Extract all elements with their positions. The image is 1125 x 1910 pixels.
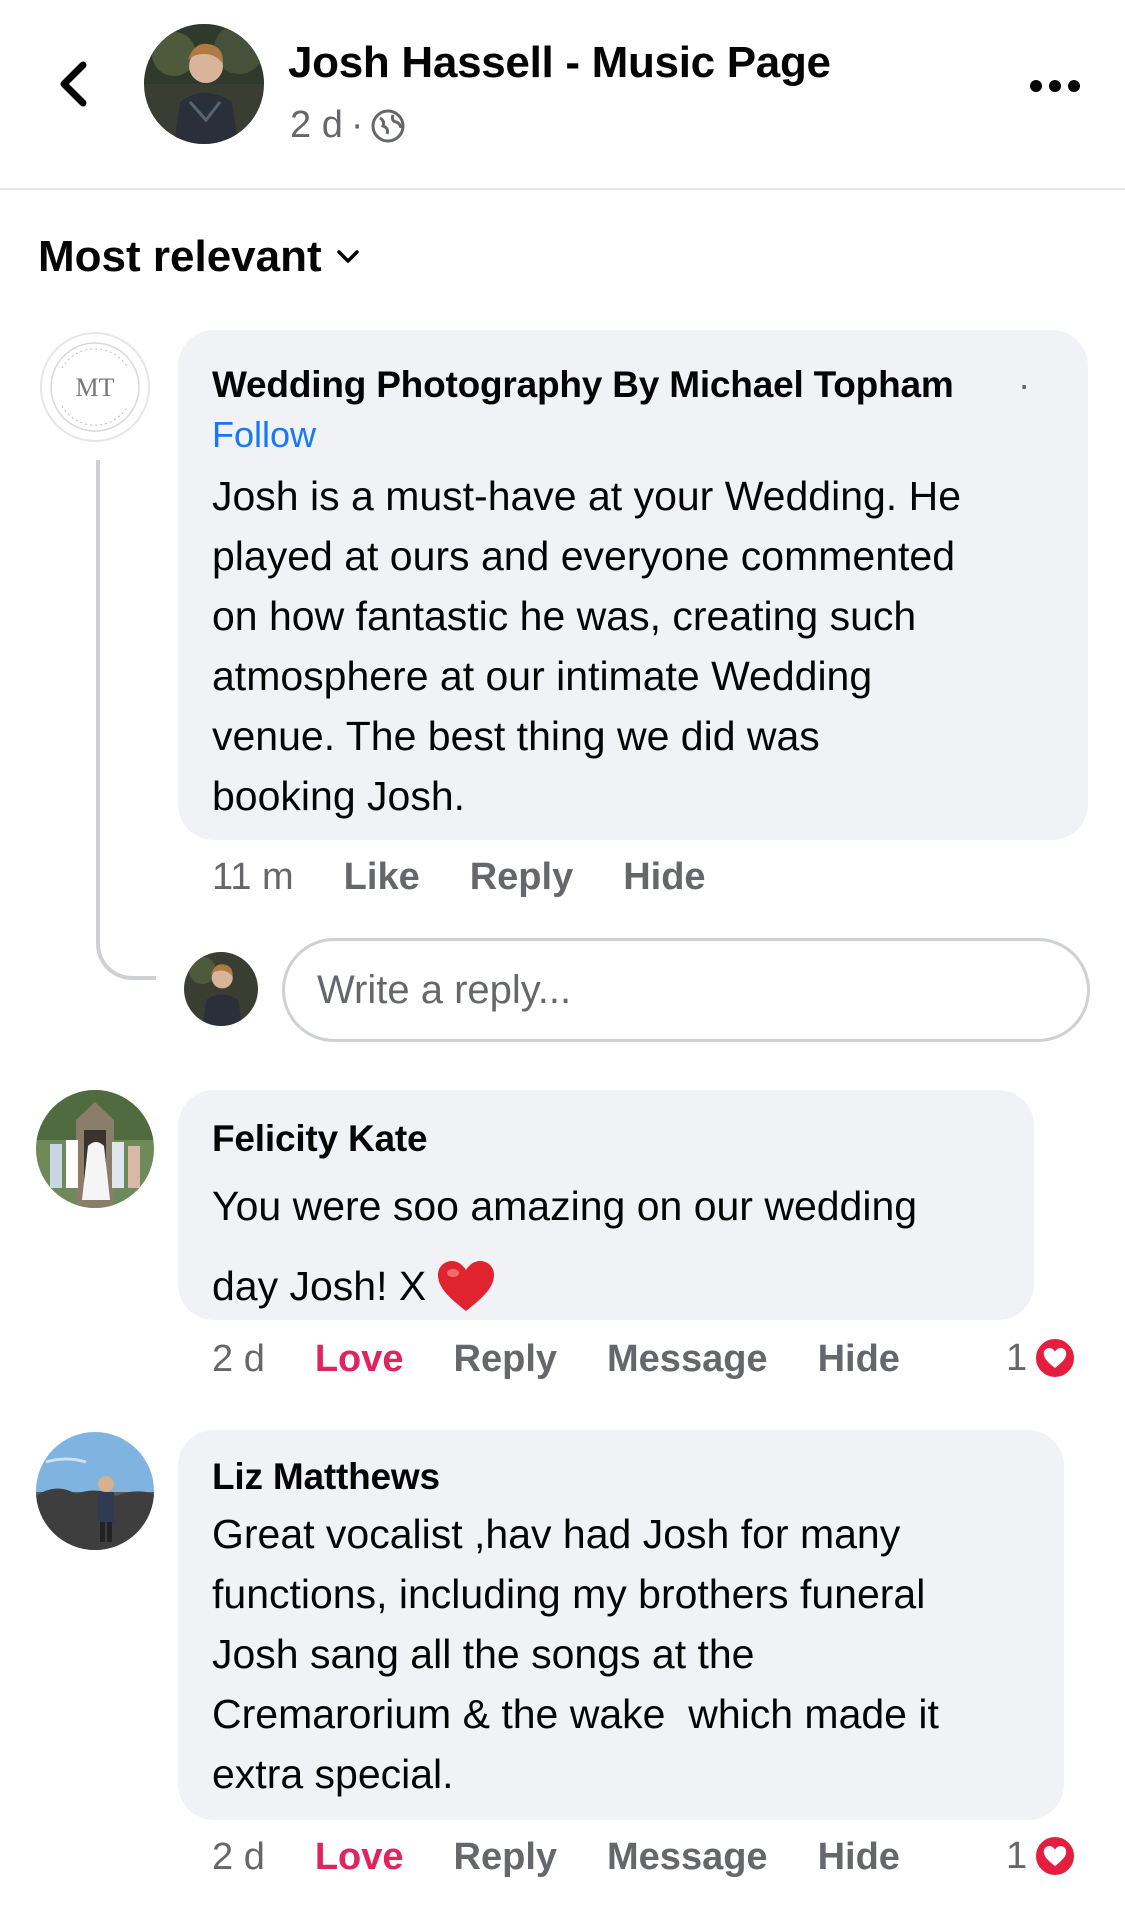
sort-label: Most relevant xyxy=(38,232,322,281)
comment-line: on how fantastic he was, creating such xyxy=(212,593,917,639)
reaction-count: 1 xyxy=(1006,1834,1028,1877)
post-time[interactable]: 2 d xyxy=(290,104,343,147)
reaction-summary[interactable]: 1 xyxy=(1006,1834,1078,1878)
hide-button[interactable]: Hide xyxy=(818,1338,900,1381)
more-options-button[interactable] xyxy=(1025,66,1085,106)
reaction-count: 1 xyxy=(1006,1336,1028,1379)
comment-time[interactable]: 11 m xyxy=(212,856,294,899)
reply-button[interactable]: Reply xyxy=(470,856,573,899)
comment-text: You were soo amazing on our wedding day … xyxy=(212,1166,917,1326)
love-reaction-icon xyxy=(1033,1834,1078,1878)
hide-button[interactable]: Hide xyxy=(623,856,705,899)
comment-line: day Josh! X xyxy=(212,1246,917,1326)
love-reaction-icon xyxy=(1033,1336,1078,1380)
chevron-down-icon xyxy=(336,250,359,263)
love-button[interactable]: Love xyxy=(315,1836,404,1879)
comment-actions: 2 d Love Reply Message Hide xyxy=(212,1338,900,1381)
reply-thread-line xyxy=(96,460,156,980)
comment-line-text: day Josh! X xyxy=(212,1263,427,1309)
post-meta: 2 d · xyxy=(290,104,405,147)
reply-button[interactable]: Reply xyxy=(454,1836,557,1879)
post-header: Josh Hassell - Music Page 2 d · xyxy=(0,0,1125,190)
comment-line: Josh is a must-have at your Wedding. He xyxy=(212,473,961,519)
comment-line: extra special. xyxy=(212,1751,454,1797)
comment-line: functions, including my brothers funeral xyxy=(212,1571,926,1617)
message-button[interactable]: Message xyxy=(607,1338,768,1381)
sort-dropdown[interactable]: Most relevant xyxy=(38,232,360,282)
message-button[interactable]: Message xyxy=(607,1836,768,1879)
comment-line: Cremarorium & the wake which made it xyxy=(212,1691,939,1737)
comment-line: atmosphere at our intimate Wedding xyxy=(212,653,873,699)
comment-author[interactable]: Felicity Kate xyxy=(212,1118,428,1160)
reaction-summary[interactable]: 1 xyxy=(1006,1336,1078,1380)
comment-author[interactable]: Wedding Photography By Michael Topham xyxy=(212,364,954,406)
comment-time[interactable]: 2 d xyxy=(212,1338,265,1381)
comment-text: Josh is a must-have at your Wedding. He … xyxy=(212,466,961,826)
meta-separator: · xyxy=(350,104,364,146)
page-avatar[interactable] xyxy=(144,24,264,144)
like-button[interactable]: Like xyxy=(344,856,420,899)
photographer-logo-text: MT xyxy=(76,373,115,402)
follow-link[interactable]: Follow xyxy=(212,414,316,456)
comment-line: played at ours and everyone commented xyxy=(212,533,956,579)
globe-icon xyxy=(371,109,405,142)
heart-emoji-icon xyxy=(438,1261,495,1311)
comment-line: Josh sang all the songs at the xyxy=(212,1631,755,1677)
back-button[interactable] xyxy=(48,52,98,116)
author-dot: · xyxy=(1018,364,1031,405)
comment-text: Great vocalist ,hav had Josh for many fu… xyxy=(212,1504,939,1804)
commenter-avatar[interactable] xyxy=(36,1432,154,1550)
comment-line: You were soo amazing on our wedding xyxy=(212,1183,918,1229)
user-avatar xyxy=(184,952,258,1026)
hide-button[interactable]: Hide xyxy=(818,1836,900,1879)
comment-line: booking Josh. xyxy=(212,773,466,819)
reply-input[interactable]: Write a reply... xyxy=(282,938,1090,1042)
comment-actions: 2 d Love Reply Message Hide xyxy=(212,1836,900,1879)
comment-actions: 11 m Like Reply Hide xyxy=(212,856,706,899)
comment-time[interactable]: 2 d xyxy=(212,1836,265,1879)
commenter-avatar[interactable] xyxy=(36,1090,154,1208)
page-title[interactable]: Josh Hassell - Music Page xyxy=(288,38,831,88)
love-button[interactable]: Love xyxy=(315,1338,404,1381)
chevron-left-icon xyxy=(60,61,87,107)
commenter-avatar[interactable]: MT xyxy=(40,332,150,442)
comment-line: Great vocalist ,hav had Josh for many xyxy=(212,1511,901,1557)
comment-author[interactable]: Liz Matthews xyxy=(212,1456,440,1498)
reply-button[interactable]: Reply xyxy=(454,1338,557,1381)
comment-line: venue. The best thing we did was xyxy=(212,713,820,759)
more-horizontal-icon xyxy=(1030,80,1080,92)
reply-placeholder: Write a reply... xyxy=(317,967,572,1012)
